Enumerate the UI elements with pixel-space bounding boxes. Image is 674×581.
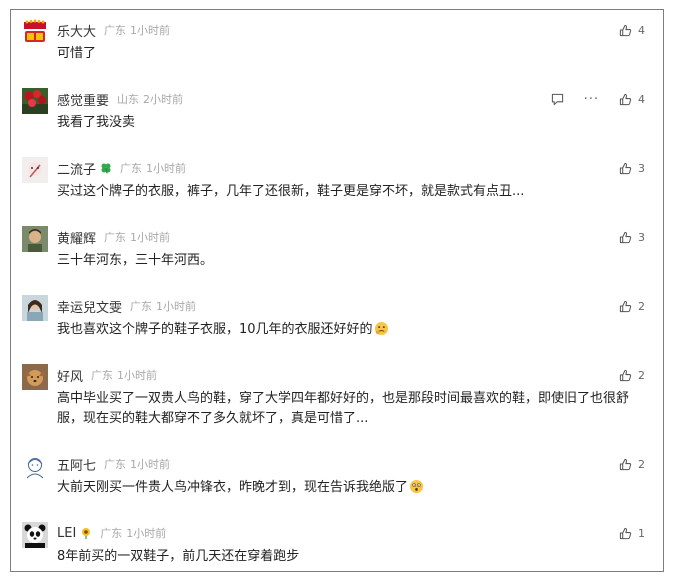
author-location: 广东 [104, 24, 127, 37]
author-name[interactable]: 幸运兒文雯 [57, 297, 122, 316]
author-name[interactable]: 好风 [57, 366, 83, 385]
comment-text: 我看了我没卖 [57, 115, 136, 130]
new-year-badge-avatar[interactable] [22, 19, 48, 45]
author-location: 广东 [91, 369, 114, 382]
like-count: 3 [638, 230, 645, 244]
like-button[interactable]: 4 [619, 93, 645, 106]
author-location: 广东 [104, 231, 127, 244]
like-button[interactable]: 3 [619, 162, 645, 175]
reply-icon[interactable] [551, 93, 564, 106]
comment-text: 大前天刚买一件贵人鸟冲锋衣，昨晚才到，现在告诉我绝版了 [57, 478, 629, 501]
comment-list: 乐大大 广东 1小时前 可惜了 4 感觉重要 山东 2小时前 我看了我没卖 ··… [10, 9, 664, 572]
comment-text: 高中毕业买了一双贵人鸟的鞋，穿了大学四年都好好的，也是那段时间最喜欢的鞋，即使旧… [57, 391, 630, 426]
thumbs-up-icon [619, 231, 632, 243]
comment-text-body: 我也喜欢这个牌子的鞋子衣服，10几年的衣服还好好的 [57, 322, 373, 337]
thumbs-up-icon [619, 527, 632, 539]
comment-text: 可惜了 [57, 46, 97, 61]
author-name[interactable]: 五阿七 [57, 455, 96, 474]
like-count: 1 [638, 526, 645, 540]
like-button[interactable]: 1 [619, 527, 645, 540]
comment-time: 1小时前 [156, 300, 197, 313]
girl-photo-avatar[interactable] [22, 295, 48, 321]
comment-text-body: 大前天刚买一件贵人鸟冲锋衣，昨晚才到，现在告诉我绝版了 [57, 480, 409, 495]
clover-icon [100, 162, 112, 174]
like-button[interactable]: 2 [619, 369, 645, 382]
like-count: 3 [638, 161, 645, 175]
author-name[interactable]: 乐大大 [57, 21, 96, 40]
comment-time: 1小时前 [117, 369, 158, 382]
like-button[interactable]: 2 [619, 300, 645, 313]
comment-time: 1小时前 [130, 24, 171, 37]
like-button[interactable]: 4 [619, 24, 645, 37]
dog-avatar[interactable] [22, 364, 48, 390]
comment-text: 三十年河东，三十年河西。 [57, 253, 214, 268]
author-name[interactable]: 二流子 [57, 159, 96, 178]
red-flowers-avatar[interactable] [22, 88, 48, 114]
panda-avatar[interactable] [22, 522, 48, 548]
more-options-icon[interactable]: ··· [584, 92, 599, 107]
cartoon-avatar[interactable] [22, 157, 48, 183]
thumbs-up-icon [619, 369, 632, 381]
like-count: 2 [638, 457, 645, 471]
author-location: 广东 [100, 527, 123, 540]
comment-time: 1小时前 [126, 527, 167, 540]
like-count: 2 [638, 299, 645, 313]
thumbs-up-icon [619, 93, 632, 105]
thinking-emoji [374, 321, 389, 343]
sunflower-icon [80, 527, 92, 539]
comment-time: 1小时前 [130, 231, 171, 244]
comment-text: 买过这个牌子的衣服，裤子，几年了还很新，鞋子更是穿不坏，就是款式有点丑... [57, 184, 525, 199]
surprised-emoji [409, 479, 424, 501]
author-location: 广东 [130, 300, 153, 313]
author-name[interactable]: 黄耀辉 [57, 228, 96, 247]
like-button[interactable]: 2 [619, 458, 645, 471]
author-name[interactable]: LEI [57, 526, 76, 541]
like-button[interactable]: 3 [619, 231, 645, 244]
author-location: 广东 [120, 162, 143, 175]
like-count: 4 [638, 23, 645, 37]
like-count: 2 [638, 368, 645, 382]
comment-time: 1小时前 [130, 458, 171, 471]
comment-text: 8年前买的一双鞋子，前几天还在穿着跑步 [57, 549, 300, 564]
thumbs-up-icon [619, 300, 632, 312]
portrait-avatar[interactable] [22, 226, 48, 252]
thumbs-up-icon [619, 458, 632, 470]
thumbs-up-icon [619, 162, 632, 174]
author-location: 广东 [104, 458, 127, 471]
thumbs-up-icon [619, 24, 632, 36]
comment-time: 1小时前 [146, 162, 187, 175]
sketch-girl-avatar[interactable] [22, 453, 48, 479]
comment-time: 2小时前 [143, 93, 184, 106]
like-count: 4 [638, 92, 645, 106]
author-location: 山东 [117, 93, 140, 106]
author-name[interactable]: 感觉重要 [57, 90, 109, 109]
comment-text: 我也喜欢这个牌子的鞋子衣服，10几年的衣服还好好的 [57, 320, 629, 343]
